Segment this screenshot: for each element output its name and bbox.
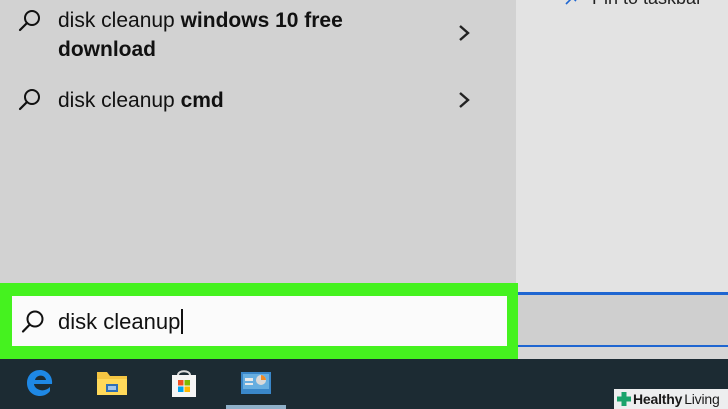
app-details-panel: Pin to taskbar (516, 0, 728, 296)
search-input[interactable]: disk cleanup (12, 296, 507, 346)
edge-icon[interactable] (18, 363, 62, 403)
text-caret (181, 309, 184, 334)
disk-cleanup-app-icon[interactable] (234, 363, 278, 403)
search-icon (21, 310, 44, 333)
search-icon (18, 10, 40, 32)
watermark-word-2: Living (684, 391, 720, 407)
search-icon (18, 89, 40, 111)
suggestion-text-2: disk cleanup cmd (58, 89, 224, 112)
plus-logo-icon (617, 392, 631, 406)
divider (516, 345, 728, 347)
disk-cleanup-app-icon (241, 372, 271, 394)
suggestion-text-1: disk cleanup windows 10 free download (58, 9, 343, 61)
microsoft-store-icon (172, 370, 196, 397)
active-app-indicator (226, 405, 286, 409)
suggestion-item-2[interactable]: disk cleanup cmd (0, 86, 500, 118)
file-explorer-icon (97, 372, 127, 395)
chevron-right-icon[interactable] (454, 89, 474, 111)
pin-to-taskbar-action[interactable]: Pin to taskbar (562, 0, 702, 9)
watermark-logo: Healthy Living (614, 389, 728, 409)
watermark-word-1: Healthy (633, 391, 683, 407)
chevron-right-icon[interactable] (454, 22, 474, 44)
edge-icon (27, 370, 53, 396)
microsoft-store-icon[interactable] (162, 363, 206, 403)
pin-to-taskbar-label: Pin to taskbar (592, 0, 702, 9)
search-suggestions-panel: disk cleanup windows 10 free download di… (0, 0, 516, 283)
search-highlight: disk cleanup (0, 283, 518, 359)
file-explorer-icon[interactable] (90, 363, 134, 403)
search-input-value: disk cleanup (58, 308, 184, 336)
right-panel-footer (516, 295, 728, 347)
pin-icon (565, 0, 577, 5)
suggestion-item-1[interactable]: disk cleanup windows 10 free download (0, 6, 500, 66)
